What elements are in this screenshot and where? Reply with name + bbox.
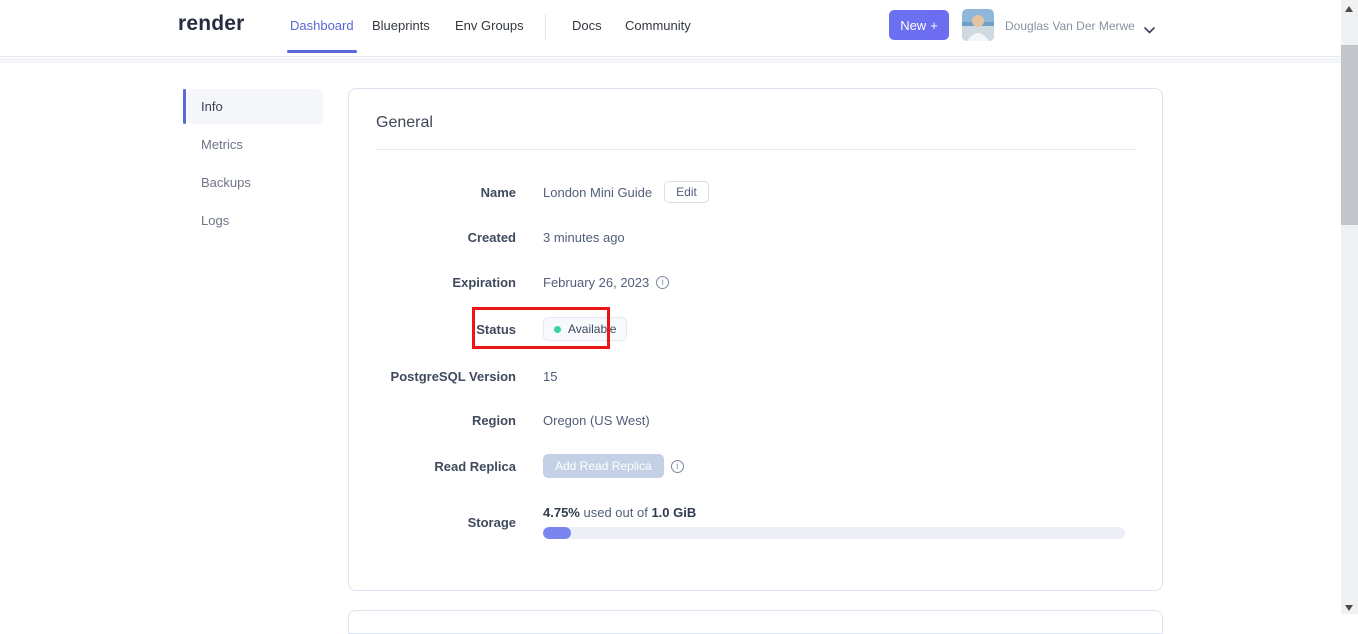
active-tab-underline: [287, 50, 357, 53]
storage-usage-text: 4.75% used out of 1.0 GiB: [543, 505, 1125, 520]
nav-link-docs[interactable]: Docs: [572, 18, 602, 33]
sidebar-active-indicator: [183, 89, 186, 124]
status-value: Available: [568, 322, 617, 336]
status-dot-icon: [554, 325, 561, 333]
created-label: Created: [467, 229, 516, 245]
sidebar-item-metrics[interactable]: Metrics: [187, 127, 323, 162]
storage-progress-fill: [543, 527, 571, 539]
card-title: General: [376, 114, 433, 131]
edit-name-button[interactable]: Edit: [664, 181, 709, 203]
sidebar-item-info[interactable]: Info: [187, 89, 323, 124]
status-badge: Available: [543, 317, 628, 341]
expiration-row: Expiration February 26, 2023: [376, 272, 670, 292]
nav-link-community[interactable]: Community: [625, 18, 691, 33]
storage-middle-text: used out of: [583, 505, 648, 520]
top-navigation-bar: render Dashboard Blueprints Env Groups D…: [0, 0, 1358, 57]
scrollbar-up-arrow-icon[interactable]: [1345, 6, 1353, 12]
new-button[interactable]: New +: [889, 10, 949, 40]
created-row: Created 3 minutes ago: [376, 227, 625, 247]
new-button-label: New: [900, 17, 927, 33]
region-label: Region: [471, 412, 516, 428]
vertical-scrollbar[interactable]: [1341, 0, 1358, 614]
nav-tab-env-groups[interactable]: Env Groups: [455, 18, 524, 33]
storage-used-percent: 4.75%: [543, 505, 580, 520]
expiration-info-icon[interactable]: [656, 275, 670, 289]
expiration-value: February 26, 2023: [543, 274, 650, 290]
scrollbar-down-arrow-icon[interactable]: [1345, 605, 1353, 611]
add-read-replica-button[interactable]: Add Read Replica: [543, 454, 664, 478]
expiration-label: Expiration: [452, 274, 516, 290]
subheader-strip: [0, 58, 1358, 63]
storage-total: 1.0 GiB: [651, 505, 697, 520]
status-row: Status Available: [376, 317, 628, 341]
sidebar-item-logs[interactable]: Logs: [187, 203, 323, 238]
postgresql-version-value: 15: [543, 368, 558, 384]
name-value: London Mini Guide: [543, 184, 653, 200]
postgresql-version-label: PostgreSQL Version: [390, 368, 516, 384]
nav-tab-dashboard[interactable]: Dashboard: [290, 18, 354, 33]
avatar-photo: [962, 9, 994, 41]
user-avatar[interactable]: [962, 9, 994, 41]
read-replica-label: Read Replica: [434, 458, 516, 474]
plus-icon: +: [930, 17, 938, 33]
sidebar-item-backups[interactable]: Backups: [187, 165, 323, 200]
region-value: Oregon (US West): [543, 412, 650, 428]
general-card: General Name London Mini Guide Edit Crea…: [348, 88, 1163, 591]
status-label: Status: [476, 321, 516, 337]
name-row: Name London Mini Guide Edit: [376, 180, 709, 204]
read-replica-info-icon[interactable]: [670, 459, 684, 473]
name-label: Name: [480, 184, 516, 200]
storage-progress-bar: [543, 527, 1125, 539]
user-name[interactable]: Douglas Van Der Merwe: [1005, 19, 1135, 33]
nav-tab-blueprints[interactable]: Blueprints: [372, 18, 430, 33]
render-logo[interactable]: render: [178, 12, 245, 36]
storage-row: Storage 4.75% used out of 1.0 GiB: [376, 504, 1125, 540]
scrollbar-thumb[interactable]: [1341, 45, 1358, 225]
nav-divider: [545, 14, 546, 40]
storage-label: Storage: [467, 514, 516, 530]
chevron-down-icon[interactable]: [1144, 21, 1155, 39]
card-title-divider: [376, 149, 1137, 150]
read-replica-row: Read Replica Add Read Replica: [376, 453, 684, 479]
postgresql-version-row: PostgreSQL Version 15: [376, 366, 558, 386]
region-row: Region Oregon (US West): [376, 410, 650, 430]
created-value: 3 minutes ago: [543, 229, 625, 245]
